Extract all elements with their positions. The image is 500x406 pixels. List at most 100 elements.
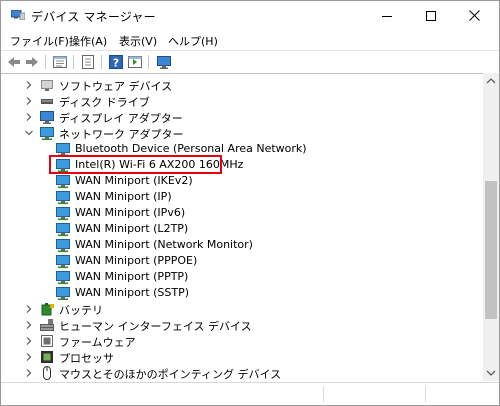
chevron-right-icon[interactable] (25, 321, 33, 329)
chevron-right-icon[interactable] (25, 81, 33, 89)
tree-category-disk-drive[interactable]: ディスク ドライブ (1, 93, 483, 109)
network-adapter-icon (56, 239, 70, 252)
tree-item-network-adapter[interactable]: WAN Miniport (IP) (1, 189, 483, 205)
tree-label: ネットワーク アダプター (59, 128, 184, 141)
hid-icon (40, 319, 54, 331)
chevron-down-icon[interactable] (25, 129, 33, 137)
display-adapter-icon (40, 111, 54, 124)
chevron-right-icon[interactable] (25, 369, 33, 377)
tree-category-network-adapter[interactable]: ネットワーク アダプター (1, 125, 483, 141)
network-adapter-icon (56, 143, 70, 156)
tree-label: ディスプレイ アダプター (59, 112, 183, 125)
menu-bar: ファイル(F) 操作(A) 表示(V) ヘルプ(H) (1, 31, 499, 50)
tree-category-processor[interactable]: プロセッサ (1, 349, 483, 365)
status-cell (325, 386, 426, 402)
tree-item-network-adapter[interactable]: WAN Miniport (IKEv2) (1, 173, 483, 189)
tree-label: WAN Miniport (IKEv2) (75, 174, 193, 187)
scroll-down-icon[interactable] (483, 365, 499, 381)
device-tree[interactable]: ソフトウェア デバイス ディスク ドライブ ディスプレイ アダプター ネットワー… (1, 73, 483, 382)
tree-label: Bluetooth Device (Personal Area Network) (75, 142, 307, 155)
software-device-icon (41, 80, 53, 91)
status-cell (3, 386, 324, 402)
processor-icon (41, 351, 53, 363)
menu-action[interactable]: 操作(A) (69, 33, 107, 49)
tree-label: ソフトウェア デバイス (59, 80, 173, 93)
minimize-icon (382, 16, 392, 17)
network-adapter-icon (56, 271, 70, 284)
chevron-right-icon[interactable] (25, 305, 33, 313)
properties-icon[interactable] (80, 54, 96, 70)
tree-item-network-adapter[interactable]: Bluetooth Device (Personal Area Network) (1, 141, 483, 157)
battery-icon (41, 303, 54, 316)
device-view-icon[interactable] (52, 54, 68, 70)
tree-label: ディスク ドライブ (59, 96, 150, 109)
minimize-button[interactable] (365, 1, 409, 31)
tree-label: Intel(R) Wi-Fi 6 AX200 160MHz (75, 158, 244, 171)
device-manager-app-icon (11, 10, 25, 20)
monitor-scan-icon[interactable] (156, 54, 172, 70)
tree-category-mouse[interactable]: マウスとそのほかのポインティング デバイス (1, 365, 483, 381)
back-arrow-icon[interactable] (6, 54, 22, 70)
device-manager-window: デバイス マネージャー ファイル(F) 操作(A) 表示(V) ヘルプ(H) ?… (0, 0, 500, 406)
forward-arrow-icon[interactable] (24, 54, 40, 70)
maximize-button[interactable] (409, 1, 453, 31)
chevron-right-icon[interactable] (25, 353, 33, 361)
close-icon (469, 10, 480, 21)
network-adapter-icon (40, 127, 54, 140)
maximize-icon (426, 11, 436, 21)
tree-label: WAN Miniport (PPTP) (75, 270, 189, 283)
menu-view[interactable]: 表示(V) (119, 33, 157, 49)
window-title: デバイス マネージャー (31, 10, 156, 24)
network-adapter-icon (56, 255, 70, 268)
tree-category-display-adapter[interactable]: ディスプレイ アダプター (1, 109, 483, 125)
tree-label: マウスとそのほかのポインティング デバイス (59, 368, 282, 381)
network-adapter-icon (56, 175, 70, 188)
tree-label: ヒューマン インターフェイス デバイス (59, 320, 252, 333)
tree-item-network-adapter[interactable]: WAN Miniport (PPTP) (1, 269, 483, 285)
tree-label: プロセッサ (59, 352, 114, 365)
disk-drive-icon (41, 99, 53, 104)
help-icon[interactable]: ? (108, 54, 124, 70)
mouse-icon (43, 366, 51, 380)
scroll-up-icon[interactable] (483, 73, 499, 89)
title-bar: デバイス マネージャー (1, 1, 499, 31)
network-adapter-icon (56, 207, 70, 220)
tree-label: WAN Miniport (PPPOE) (75, 254, 198, 267)
close-button[interactable] (453, 1, 497, 31)
firmware-icon (41, 335, 53, 347)
tree-category-firmware[interactable]: ファームウェア (1, 333, 483, 349)
tree-label: WAN Miniport (L2TP) (75, 222, 189, 235)
tree-item-network-adapter[interactable]: Intel(R) Wi-Fi 6 AX200 160MHz (1, 157, 483, 173)
svg-text:?: ? (113, 57, 119, 70)
tree-label: ファームウェア (59, 336, 136, 349)
tree-item-network-adapter[interactable]: WAN Miniport (L2TP) (1, 221, 483, 237)
menu-file[interactable]: ファイル(F) (10, 33, 69, 49)
toolbar: ? (1, 50, 499, 74)
tree-label: WAN Miniport (IPv6) (75, 206, 186, 219)
tree-item-network-adapter[interactable]: WAN Miniport (PPPOE) (1, 253, 483, 269)
menu-help[interactable]: ヘルプ(H) (168, 33, 218, 49)
scroll-thumb[interactable] (485, 181, 497, 319)
update-driver-icon[interactable] (127, 54, 143, 70)
network-adapter-icon (56, 287, 70, 300)
chevron-right-icon[interactable] (25, 337, 33, 345)
vertical-scrollbar[interactable] (483, 73, 499, 381)
chevron-right-icon[interactable] (25, 97, 33, 105)
toolbar-separator (45, 55, 46, 69)
tree-item-network-adapter[interactable]: WAN Miniport (IPv6) (1, 205, 483, 221)
tree-category-battery[interactable]: バッテリ (1, 301, 483, 317)
tree-category-software-device[interactable]: ソフトウェア デバイス (1, 77, 483, 93)
status-bar (1, 382, 499, 405)
tree-label: WAN Miniport (IP) (75, 190, 172, 203)
tree-item-network-adapter[interactable]: WAN Miniport (SSTP) (1, 285, 483, 301)
toolbar-separator (148, 55, 149, 69)
network-adapter-icon (56, 223, 70, 236)
tree-label: WAN Miniport (SSTP) (75, 286, 190, 299)
tree-category-hid[interactable]: ヒューマン インターフェイス デバイス (1, 317, 483, 333)
chevron-right-icon[interactable] (25, 113, 33, 121)
tree-label: WAN Miniport (Network Monitor) (75, 238, 253, 251)
toolbar-separator (101, 55, 102, 69)
network-adapter-icon (56, 159, 70, 172)
tree-item-network-adapter[interactable]: WAN Miniport (Network Monitor) (1, 237, 483, 253)
tree-label: バッテリ (59, 304, 103, 317)
